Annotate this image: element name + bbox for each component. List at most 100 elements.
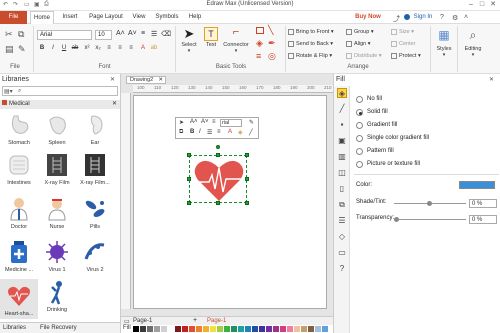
color-swatch[interactable]	[294, 326, 300, 332]
close-icon[interactable]: ✕	[489, 76, 494, 83]
tab-symbols[interactable]: Symbols	[152, 11, 182, 24]
list-item[interactable]: Drinking	[38, 279, 76, 313]
color-swatch[interactable]	[322, 326, 328, 332]
bold-icon[interactable]: B	[37, 44, 47, 53]
font-name-select[interactable]: rial	[220, 119, 242, 127]
color-swatch[interactable]	[266, 326, 272, 332]
color-swatch[interactable]	[273, 326, 279, 332]
close-icon[interactable]: ✕	[488, 0, 498, 10]
document-tab[interactable]: Drawing2 ✕	[126, 76, 166, 84]
list-item[interactable]: Spleen	[38, 112, 76, 146]
radio-solid-fill[interactable]	[356, 109, 363, 116]
color-swatch[interactable]	[238, 326, 244, 332]
bullets-icon[interactable]: ☰	[151, 30, 157, 38]
text-button[interactable]: T Text	[202, 26, 220, 48]
subscript-icon[interactable]: x₂	[93, 44, 103, 53]
list-item[interactable]: X-ray Film	[38, 152, 76, 186]
color-swatch[interactable]	[168, 326, 174, 332]
color-swatch[interactable]	[315, 326, 321, 332]
list-item[interactable]: X-ray Film...	[76, 152, 114, 186]
pointer-icon[interactable]: ➤	[179, 119, 184, 126]
copy-icon[interactable]: ⧉	[18, 29, 24, 40]
tab-help[interactable]: Help	[185, 11, 205, 24]
resize-handle[interactable]	[187, 177, 191, 181]
list-item[interactable]: Doctor	[0, 196, 38, 230]
color-swatch[interactable]	[259, 326, 265, 332]
radio-pattern-fill[interactable]	[356, 148, 363, 155]
list-item[interactable]: Medicine ...	[0, 239, 38, 273]
tab-home[interactable]: Home	[30, 11, 54, 24]
color-swatch[interactable]	[203, 326, 209, 332]
file-recovery-tab[interactable]: File Recovery	[40, 325, 77, 331]
resize-handle[interactable]	[245, 153, 249, 157]
radio-picture-fill[interactable]	[356, 161, 363, 168]
clear-format-icon[interactable]: ⌫	[161, 30, 171, 38]
color-swatch[interactable]	[308, 326, 314, 332]
minimize-icon[interactable]: –	[466, 0, 476, 10]
color-swatch[interactable]	[147, 326, 153, 332]
pages-icon[interactable]: ⧉	[337, 200, 347, 210]
library-search-input[interactable]: ▤▾ ⌕	[2, 86, 118, 96]
page-tab[interactable]: Page-1	[133, 318, 152, 324]
color-swatch[interactable]	[287, 326, 293, 332]
group-button[interactable]: Group ▾	[346, 28, 374, 36]
library-category-header[interactable]: Medical ✕	[0, 100, 120, 109]
underline-icon[interactable]: U	[59, 44, 69, 53]
sign-in-link[interactable]: Sign In	[410, 11, 436, 24]
color-swatch[interactable]	[196, 326, 202, 332]
resize-handle[interactable]	[187, 153, 191, 157]
color-swatch[interactable]	[280, 326, 286, 332]
buy-now-link[interactable]: Buy Now	[350, 11, 386, 24]
select-button[interactable]: ➤ Select ▾	[178, 26, 200, 54]
list-item[interactable]: Virus 2	[76, 239, 114, 273]
chart-icon[interactable]: ▥	[337, 152, 347, 162]
line-style-icon[interactable]: ≡	[256, 51, 261, 61]
shadow-icon[interactable]: ◎	[268, 51, 276, 62]
styles-button[interactable]: ▦ Styles ▾	[433, 28, 455, 58]
color-swatch[interactable]	[154, 326, 160, 332]
strikethrough-icon[interactable]: ab	[70, 44, 80, 53]
align-center-icon[interactable]: ≡	[115, 44, 125, 53]
transparency-slider[interactable]	[394, 217, 466, 222]
color-swatch[interactable]	[140, 326, 146, 332]
share-icon[interactable]: ⤴	[393, 14, 400, 24]
list-icon[interactable]: ☰	[337, 216, 347, 226]
line-icon[interactable]: ╲	[268, 25, 273, 36]
font-color-icon[interactable]: A	[138, 44, 148, 53]
resize-handle[interactable]	[187, 201, 191, 205]
italic-icon[interactable]: I	[48, 44, 58, 53]
rotate-handle[interactable]	[216, 145, 220, 149]
resize-handle[interactable]	[245, 201, 249, 205]
fill-bucket-icon[interactable]: ◈	[256, 38, 263, 49]
color-swatch[interactable]	[217, 326, 223, 332]
bring-to-front-button[interactable]: Bring to Front ▾	[288, 28, 334, 36]
distribute-button[interactable]: Distribute ▾	[346, 52, 382, 60]
shrink-font-icon[interactable]: A˅	[201, 119, 209, 125]
selected-heart-shape[interactable]	[187, 145, 249, 205]
list-item[interactable]: Virus 1	[38, 239, 76, 273]
bold-icon[interactable]: B	[190, 129, 194, 135]
fill-bucket-icon[interactable]: ◈	[337, 88, 347, 98]
format-painter-icon[interactable]: ✎	[18, 44, 26, 55]
chevron-up-icon[interactable]: ˄	[464, 14, 468, 21]
italic-icon[interactable]: I	[199, 129, 201, 135]
rotate-flip-button[interactable]: Rotate & Flip ▾	[288, 52, 332, 60]
font-color-icon[interactable]: A	[228, 129, 232, 135]
color-swatch[interactable]	[210, 326, 216, 332]
grow-font-icon[interactable]: A˄	[190, 119, 198, 125]
tab-page-layout[interactable]: Page Layout	[86, 11, 126, 24]
copy-style-icon[interactable]: ⧉	[179, 129, 183, 136]
shade-slider-knob[interactable]	[427, 201, 432, 206]
tab-view[interactable]: View	[129, 11, 149, 24]
color-swatch[interactable]	[133, 326, 139, 332]
paragraph-icon[interactable]: ≡	[212, 119, 216, 125]
center-button[interactable]: Center	[391, 40, 416, 48]
color-swatch[interactable]	[189, 326, 195, 332]
list-item[interactable]: Heart-sha...	[0, 279, 38, 319]
font-name-select[interactable]: Arial	[37, 30, 92, 40]
list-item[interactable]: Pills	[76, 196, 114, 230]
libraries-footer-tab[interactable]: Libraries	[3, 325, 26, 331]
shade-slider[interactable]	[394, 201, 466, 206]
rectangle-icon[interactable]	[256, 27, 264, 34]
superscript-icon[interactable]: x²	[82, 44, 92, 53]
